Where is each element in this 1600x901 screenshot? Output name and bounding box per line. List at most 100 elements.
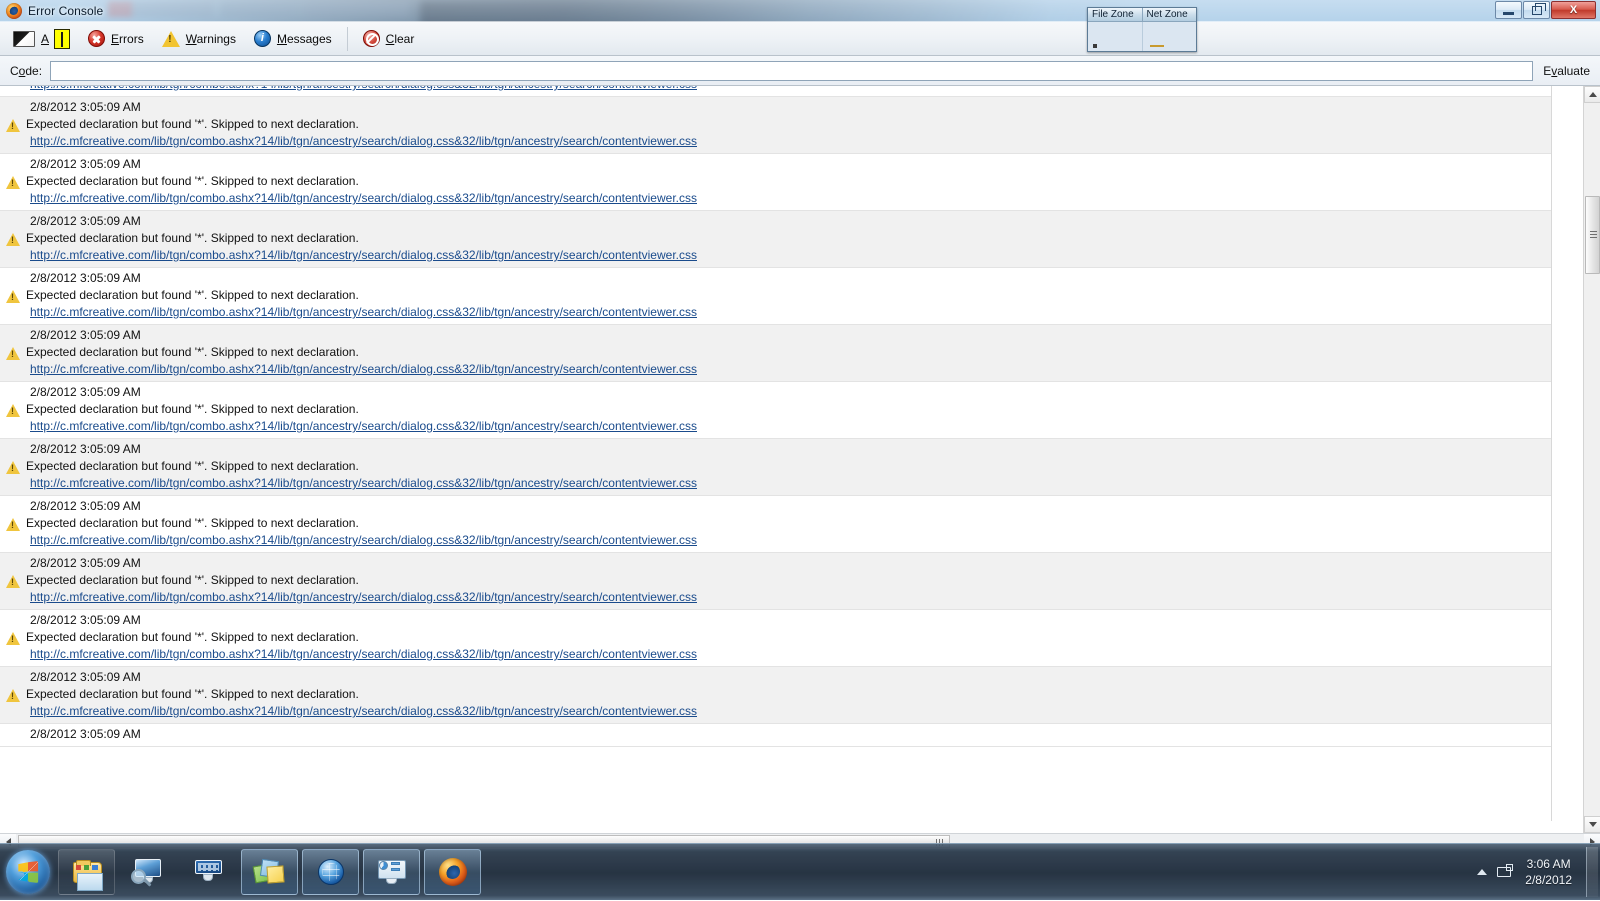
taskbar-item-internet-globe[interactable] bbox=[302, 849, 359, 895]
console-entry-row[interactable]: 2/8/2012 3:05:09 AMExpected declaration … bbox=[0, 553, 1551, 610]
vertical-scrollbar-thumb[interactable] bbox=[1585, 196, 1600, 274]
keyboard-icon bbox=[192, 857, 226, 887]
entry-source-link[interactable]: http://c.mfcreative.com/lib/tgn/combo.as… bbox=[30, 475, 1551, 492]
entry-timestamp: 2/8/2012 3:05:09 AM bbox=[30, 441, 1551, 458]
entry-timestamp: 2/8/2012 3:05:09 AM bbox=[30, 384, 1551, 401]
console-entry-row[interactable]: http://c.mfcreative.com/lib/tgn/combo.as… bbox=[0, 86, 1551, 97]
zone-panel-header: File Zone Net Zone bbox=[1088, 8, 1196, 22]
entry-message-text: Expected declaration but found '*'. Skip… bbox=[26, 287, 359, 304]
filter-messages-button[interactable]: Messages bbox=[245, 25, 341, 53]
console-entry-row[interactable]: 2/8/2012 3:05:09 AMExpected declaration … bbox=[0, 496, 1551, 553]
minimize-button[interactable] bbox=[1495, 1, 1522, 19]
clock-date: 2/8/2012 bbox=[1525, 872, 1572, 888]
taskbar-item-sticky-notes[interactable] bbox=[241, 849, 298, 895]
console-entry-row[interactable]: 2/8/2012 3:05:09 AMExpected declaration … bbox=[0, 667, 1551, 724]
entry-source-link[interactable]: http://c.mfcreative.com/lib/tgn/combo.as… bbox=[30, 589, 1551, 606]
windows-taskbar: 3:06 AM 2/8/2012 bbox=[0, 843, 1600, 900]
entry-source-link[interactable]: http://c.mfcreative.com/lib/tgn/combo.as… bbox=[30, 133, 1551, 150]
zone-panel-body bbox=[1088, 22, 1196, 51]
globe-icon bbox=[314, 857, 348, 887]
console-output-area: http://c.mfcreative.com/lib/tgn/combo.as… bbox=[0, 86, 1600, 833]
entry-timestamp: 2/8/2012 3:05:09 AM bbox=[30, 213, 1551, 230]
warning-icon bbox=[6, 689, 26, 703]
entry-message-text: Expected declaration but found '*'. Skip… bbox=[26, 629, 359, 646]
entry-message-line: Expected declaration but found '*'. Skip… bbox=[0, 629, 1551, 646]
entry-timestamp: 2/8/2012 3:05:09 AM bbox=[30, 327, 1551, 344]
entry-source-link[interactable]: http://c.mfcreative.com/lib/tgn/combo.as… bbox=[30, 190, 1551, 207]
filter-warnings-button[interactable]: Warnings bbox=[153, 25, 245, 53]
system-tray: 3:06 AM 2/8/2012 bbox=[1471, 844, 1600, 901]
taskbar-item-windows-explorer[interactable] bbox=[58, 849, 115, 895]
code-evaluation-bar: Code: Evaluate bbox=[0, 56, 1600, 86]
taskbar-item-control-panel[interactable] bbox=[363, 849, 420, 895]
start-button[interactable] bbox=[2, 847, 54, 897]
console-entry-row[interactable]: 2/8/2012 3:05:09 AMExpected declaration … bbox=[0, 439, 1551, 496]
entry-source-link[interactable]: http://c.mfcreative.com/lib/tgn/combo.as… bbox=[30, 646, 1551, 663]
evaluate-button[interactable]: Evaluate bbox=[1543, 64, 1590, 78]
entry-source-link[interactable]: http://c.mfcreative.com/lib/tgn/combo.as… bbox=[30, 247, 1551, 264]
firefox-icon bbox=[436, 857, 470, 887]
entry-timestamp: 2/8/2012 3:05:09 AM bbox=[30, 726, 1551, 743]
taskbar-item-firefox[interactable] bbox=[424, 849, 481, 895]
console-toolbar: A EErrorsrrors Warnings Messages Clear bbox=[0, 22, 1600, 56]
entry-timestamp: 2/8/2012 3:05:09 AM bbox=[30, 555, 1551, 572]
toolbar-separator bbox=[347, 27, 348, 51]
restore-button[interactable] bbox=[1523, 1, 1550, 19]
console-entry-row[interactable]: 2/8/2012 3:05:09 AMExpected declaration … bbox=[0, 268, 1551, 325]
entry-source-link[interactable]: http://c.mfcreative.com/lib/tgn/combo.as… bbox=[30, 304, 1551, 321]
entry-timestamp: 2/8/2012 3:05:09 AM bbox=[30, 669, 1551, 686]
entry-message-text: Expected declaration but found '*'. Skip… bbox=[26, 401, 359, 418]
console-entry-row[interactable]: 2/8/2012 3:05:09 AMExpected declaration … bbox=[0, 154, 1551, 211]
scroll-up-button[interactable] bbox=[1584, 86, 1600, 103]
window-title: Error Console bbox=[28, 4, 103, 18]
entry-message-line: Expected declaration but found '*'. Skip… bbox=[0, 401, 1551, 418]
warning-icon bbox=[6, 233, 26, 247]
entry-source-link[interactable]: http://c.mfcreative.com/lib/tgn/combo.as… bbox=[30, 418, 1551, 435]
taskbar-item-on-screen-keyboard[interactable] bbox=[180, 849, 237, 895]
entry-message-line: Expected declaration but found '*'. Skip… bbox=[0, 287, 1551, 304]
code-input[interactable] bbox=[50, 61, 1533, 81]
show-hidden-icons-button[interactable] bbox=[1471, 869, 1493, 875]
error-console-window: Error Console X File Zone Net Zone bbox=[0, 0, 1600, 843]
entry-timestamp: 2/8/2012 3:05:09 AM bbox=[30, 498, 1551, 515]
console-entry-row[interactable]: 2/8/2012 3:05:09 AMExpected declaration … bbox=[0, 211, 1551, 268]
clear-icon bbox=[363, 30, 380, 47]
entry-source-link[interactable]: http://c.mfcreative.com/lib/tgn/combo.as… bbox=[30, 532, 1551, 549]
network-status-button[interactable] bbox=[1493, 865, 1519, 880]
close-icon: X bbox=[1570, 5, 1577, 16]
zone-column-net[interactable]: Net Zone bbox=[1143, 8, 1197, 22]
show-desktop-button[interactable] bbox=[1586, 847, 1598, 897]
console-message-list[interactable]: http://c.mfcreative.com/lib/tgn/combo.as… bbox=[0, 86, 1552, 821]
zone-file-indicator-icon bbox=[1093, 44, 1097, 48]
zone-column-file[interactable]: File Zone bbox=[1088, 8, 1143, 22]
console-entry-row[interactable]: 2/8/2012 3:05:09 AMExpected declaration … bbox=[0, 382, 1551, 439]
zone-status-panel[interactable]: File Zone Net Zone bbox=[1087, 7, 1197, 52]
filter-errors-button[interactable]: EErrorsrrors bbox=[79, 25, 153, 53]
entry-message-line: Expected declaration but found '*'. Skip… bbox=[0, 572, 1551, 589]
clear-button[interactable]: Clear bbox=[354, 25, 424, 53]
taskbar-item-remote-desktop[interactable] bbox=[119, 849, 176, 895]
window-titlebar[interactable]: Error Console X bbox=[0, 0, 1600, 22]
entry-source-link[interactable]: http://c.mfcreative.com/lib/tgn/combo.as… bbox=[30, 86, 1551, 93]
warning-icon bbox=[6, 119, 26, 133]
entry-source-link[interactable]: http://c.mfcreative.com/lib/tgn/combo.as… bbox=[30, 361, 1551, 378]
entry-message-text: Expected declaration but found '*'. Skip… bbox=[26, 173, 359, 190]
console-entry-row[interactable]: 2/8/2012 3:05:09 AMExpected declaration … bbox=[0, 97, 1551, 154]
entry-source-link[interactable]: http://c.mfcreative.com/lib/tgn/combo.as… bbox=[30, 703, 1551, 720]
zone-cell-file bbox=[1088, 22, 1143, 51]
filter-all-button[interactable]: A bbox=[4, 25, 79, 53]
info-icon bbox=[254, 30, 271, 47]
clock[interactable]: 3:06 AM 2/8/2012 bbox=[1519, 856, 1584, 888]
console-entry-row[interactable]: 2/8/2012 3:05:09 AMExpected declaration … bbox=[0, 325, 1551, 382]
entry-message-line: Expected declaration but found '*'. Skip… bbox=[0, 686, 1551, 703]
close-button[interactable]: X bbox=[1551, 1, 1596, 19]
filter-messages-label: Messages bbox=[277, 32, 332, 46]
scroll-down-button[interactable] bbox=[1584, 816, 1600, 833]
console-entry-row[interactable]: 2/8/2012 3:05:09 AMExpected declaration … bbox=[0, 610, 1551, 667]
sticky-notes-icon bbox=[253, 857, 287, 887]
network-icon bbox=[1497, 865, 1515, 880]
error-icon bbox=[88, 30, 105, 47]
vertical-scrollbar[interactable] bbox=[1583, 86, 1600, 833]
entry-message-line: Expected declaration but found '*'. Skip… bbox=[0, 344, 1551, 361]
console-entry-row[interactable]: 2/8/2012 3:05:09 AM bbox=[0, 724, 1551, 747]
